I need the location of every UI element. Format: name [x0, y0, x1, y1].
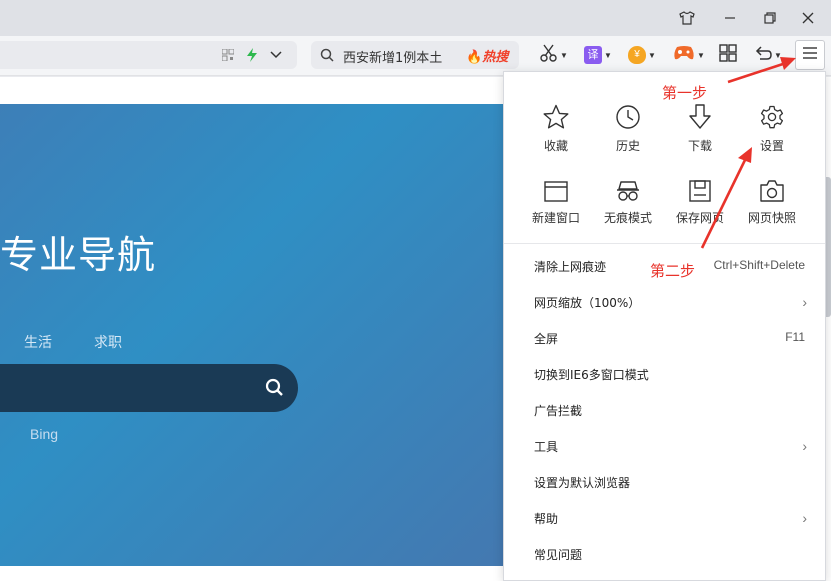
- menu-favorites[interactable]: 收藏: [520, 100, 592, 164]
- skin-icon[interactable]: [674, 6, 700, 30]
- window-icon: [520, 172, 592, 202]
- chevron-right-icon: ›: [802, 510, 807, 526]
- menu-item-label: 清除上网痕迹: [534, 260, 607, 274]
- shortcut-label: F11: [785, 330, 805, 344]
- incognito-icon: [592, 172, 664, 202]
- hero-banner: 专业导航 生活 求职 Bing: [0, 104, 510, 566]
- shield-coin-icon: ¥: [628, 46, 646, 64]
- menu-item-label: 工具: [534, 440, 559, 454]
- menu-save-page-label: 保存网页: [675, 211, 724, 225]
- menu-item-label: 帮助: [534, 512, 559, 526]
- minimize-icon[interactable]: [717, 6, 743, 30]
- menu-incognito[interactable]: 无痕模式: [592, 172, 664, 236]
- shortcut-label: Ctrl+Shift+Delete: [713, 258, 805, 272]
- lightning-icon[interactable]: [244, 47, 260, 63]
- search-icon[interactable]: [265, 378, 285, 403]
- address-bar[interactable]: [0, 41, 297, 69]
- menu-snapshot-label: 网页快照: [747, 211, 796, 225]
- menu-downloads[interactable]: 下载: [664, 100, 736, 164]
- chevron-right-icon: ›: [802, 438, 807, 454]
- hero-title: 专业导航: [0, 233, 157, 277]
- game-button[interactable]: ▼: [673, 42, 705, 68]
- hot-search-badge[interactable]: 🔥热搜: [466, 46, 508, 65]
- undo-close-button[interactable]: ▼: [754, 42, 782, 68]
- gamepad-icon: [673, 45, 695, 66]
- main-menu-button[interactable]: [795, 40, 825, 70]
- menu-item-label: 切换到IE6多窗口模式: [534, 368, 649, 382]
- menu-default-browser[interactable]: 设置为默认浏览器: [504, 465, 825, 501]
- tab-life[interactable]: 生活: [24, 332, 52, 352]
- menu-tools[interactable]: 工具 ›: [504, 429, 825, 465]
- menu-fullscreen[interactable]: 全屏 F11: [504, 321, 825, 357]
- hamburger-icon: [802, 46, 818, 65]
- toolbar: 西安新增1例本土 🔥热搜 ▼ 译 ▼ ¥ ▼ ▼ ▼: [0, 36, 831, 76]
- apps-button[interactable]: [719, 42, 737, 68]
- grid-icon: [719, 43, 737, 67]
- search-box[interactable]: 西安新增1例本土 🔥热搜: [311, 41, 519, 69]
- menu-item-label: 设置为默认浏览器: [534, 476, 631, 490]
- caret-icon: ▼: [604, 50, 612, 60]
- menu-favorites-label: 收藏: [543, 139, 568, 153]
- tab-jobs[interactable]: 求职: [94, 332, 122, 352]
- translate-button[interactable]: 译 ▼: [584, 42, 612, 68]
- step2-annotation: 第二步: [650, 262, 696, 280]
- chevron-down-icon[interactable]: [268, 47, 284, 63]
- menu-save-page[interactable]: 保存网页: [664, 172, 736, 236]
- title-bar: [0, 0, 831, 36]
- menu-item-label: 全屏: [534, 332, 559, 346]
- search-icon[interactable]: [319, 47, 335, 63]
- clock-icon: [592, 100, 664, 130]
- menu-ie6-mode[interactable]: 切换到IE6多窗口模式: [504, 357, 825, 393]
- main-menu-panel: 收藏 历史 下载 设置 新建窗口 无痕模式 保存网页 网页快照 清除上网痕迹 C…: [503, 71, 826, 581]
- menu-new-window[interactable]: 新建窗口: [520, 172, 592, 236]
- download-icon: [664, 100, 736, 130]
- menu-ad-block[interactable]: 广告拦截: [504, 393, 825, 429]
- menu-help[interactable]: 帮助 ›: [504, 501, 825, 537]
- camera-icon: [736, 172, 808, 202]
- screenshot-button[interactable]: ▼: [540, 42, 568, 68]
- scissors-icon: [540, 44, 558, 67]
- menu-new-window-label: 新建窗口: [531, 211, 580, 225]
- close-icon[interactable]: [795, 6, 821, 30]
- hot-search-label: 热搜: [482, 50, 509, 65]
- menu-snapshot[interactable]: 网页快照: [736, 172, 808, 236]
- restore-icon[interactable]: [757, 6, 783, 30]
- flame-icon: 🔥: [466, 50, 483, 65]
- undo-icon: [754, 44, 772, 67]
- caret-icon: ▼: [697, 50, 705, 60]
- caret-icon: ▼: [560, 50, 568, 60]
- menu-settings[interactable]: 设置: [736, 100, 808, 164]
- search-query[interactable]: 西安新增1例本土: [343, 47, 442, 66]
- gear-icon: [736, 100, 808, 130]
- caret-icon: ▼: [648, 50, 656, 60]
- qrcode-icon[interactable]: [220, 47, 236, 63]
- menu-faq[interactable]: 常见问题: [504, 537, 825, 573]
- chevron-right-icon: ›: [802, 294, 807, 310]
- caret-icon: ▼: [774, 50, 782, 60]
- menu-incognito-label: 无痕模式: [603, 211, 652, 225]
- save-icon: [664, 172, 736, 202]
- engine-bing[interactable]: Bing: [30, 426, 58, 442]
- hero-search-input[interactable]: [0, 364, 298, 412]
- star-icon: [520, 100, 592, 130]
- step1-annotation: 第一步: [662, 84, 708, 102]
- menu-zoom[interactable]: 网页缩放（100%） ›: [504, 285, 825, 321]
- menu-settings-label: 设置: [759, 139, 784, 153]
- menu-history[interactable]: 历史: [592, 100, 664, 164]
- coupon-button[interactable]: ¥ ▼: [628, 42, 656, 68]
- translate-icon: 译: [584, 46, 602, 64]
- menu-divider: [504, 243, 825, 244]
- menu-history-label: 历史: [615, 139, 640, 153]
- menu-item-label: 常见问题: [534, 548, 583, 562]
- menu-downloads-label: 下载: [687, 139, 712, 153]
- menu-item-label: 网页缩放（100%）: [534, 296, 641, 310]
- menu-item-label: 广告拦截: [534, 404, 583, 418]
